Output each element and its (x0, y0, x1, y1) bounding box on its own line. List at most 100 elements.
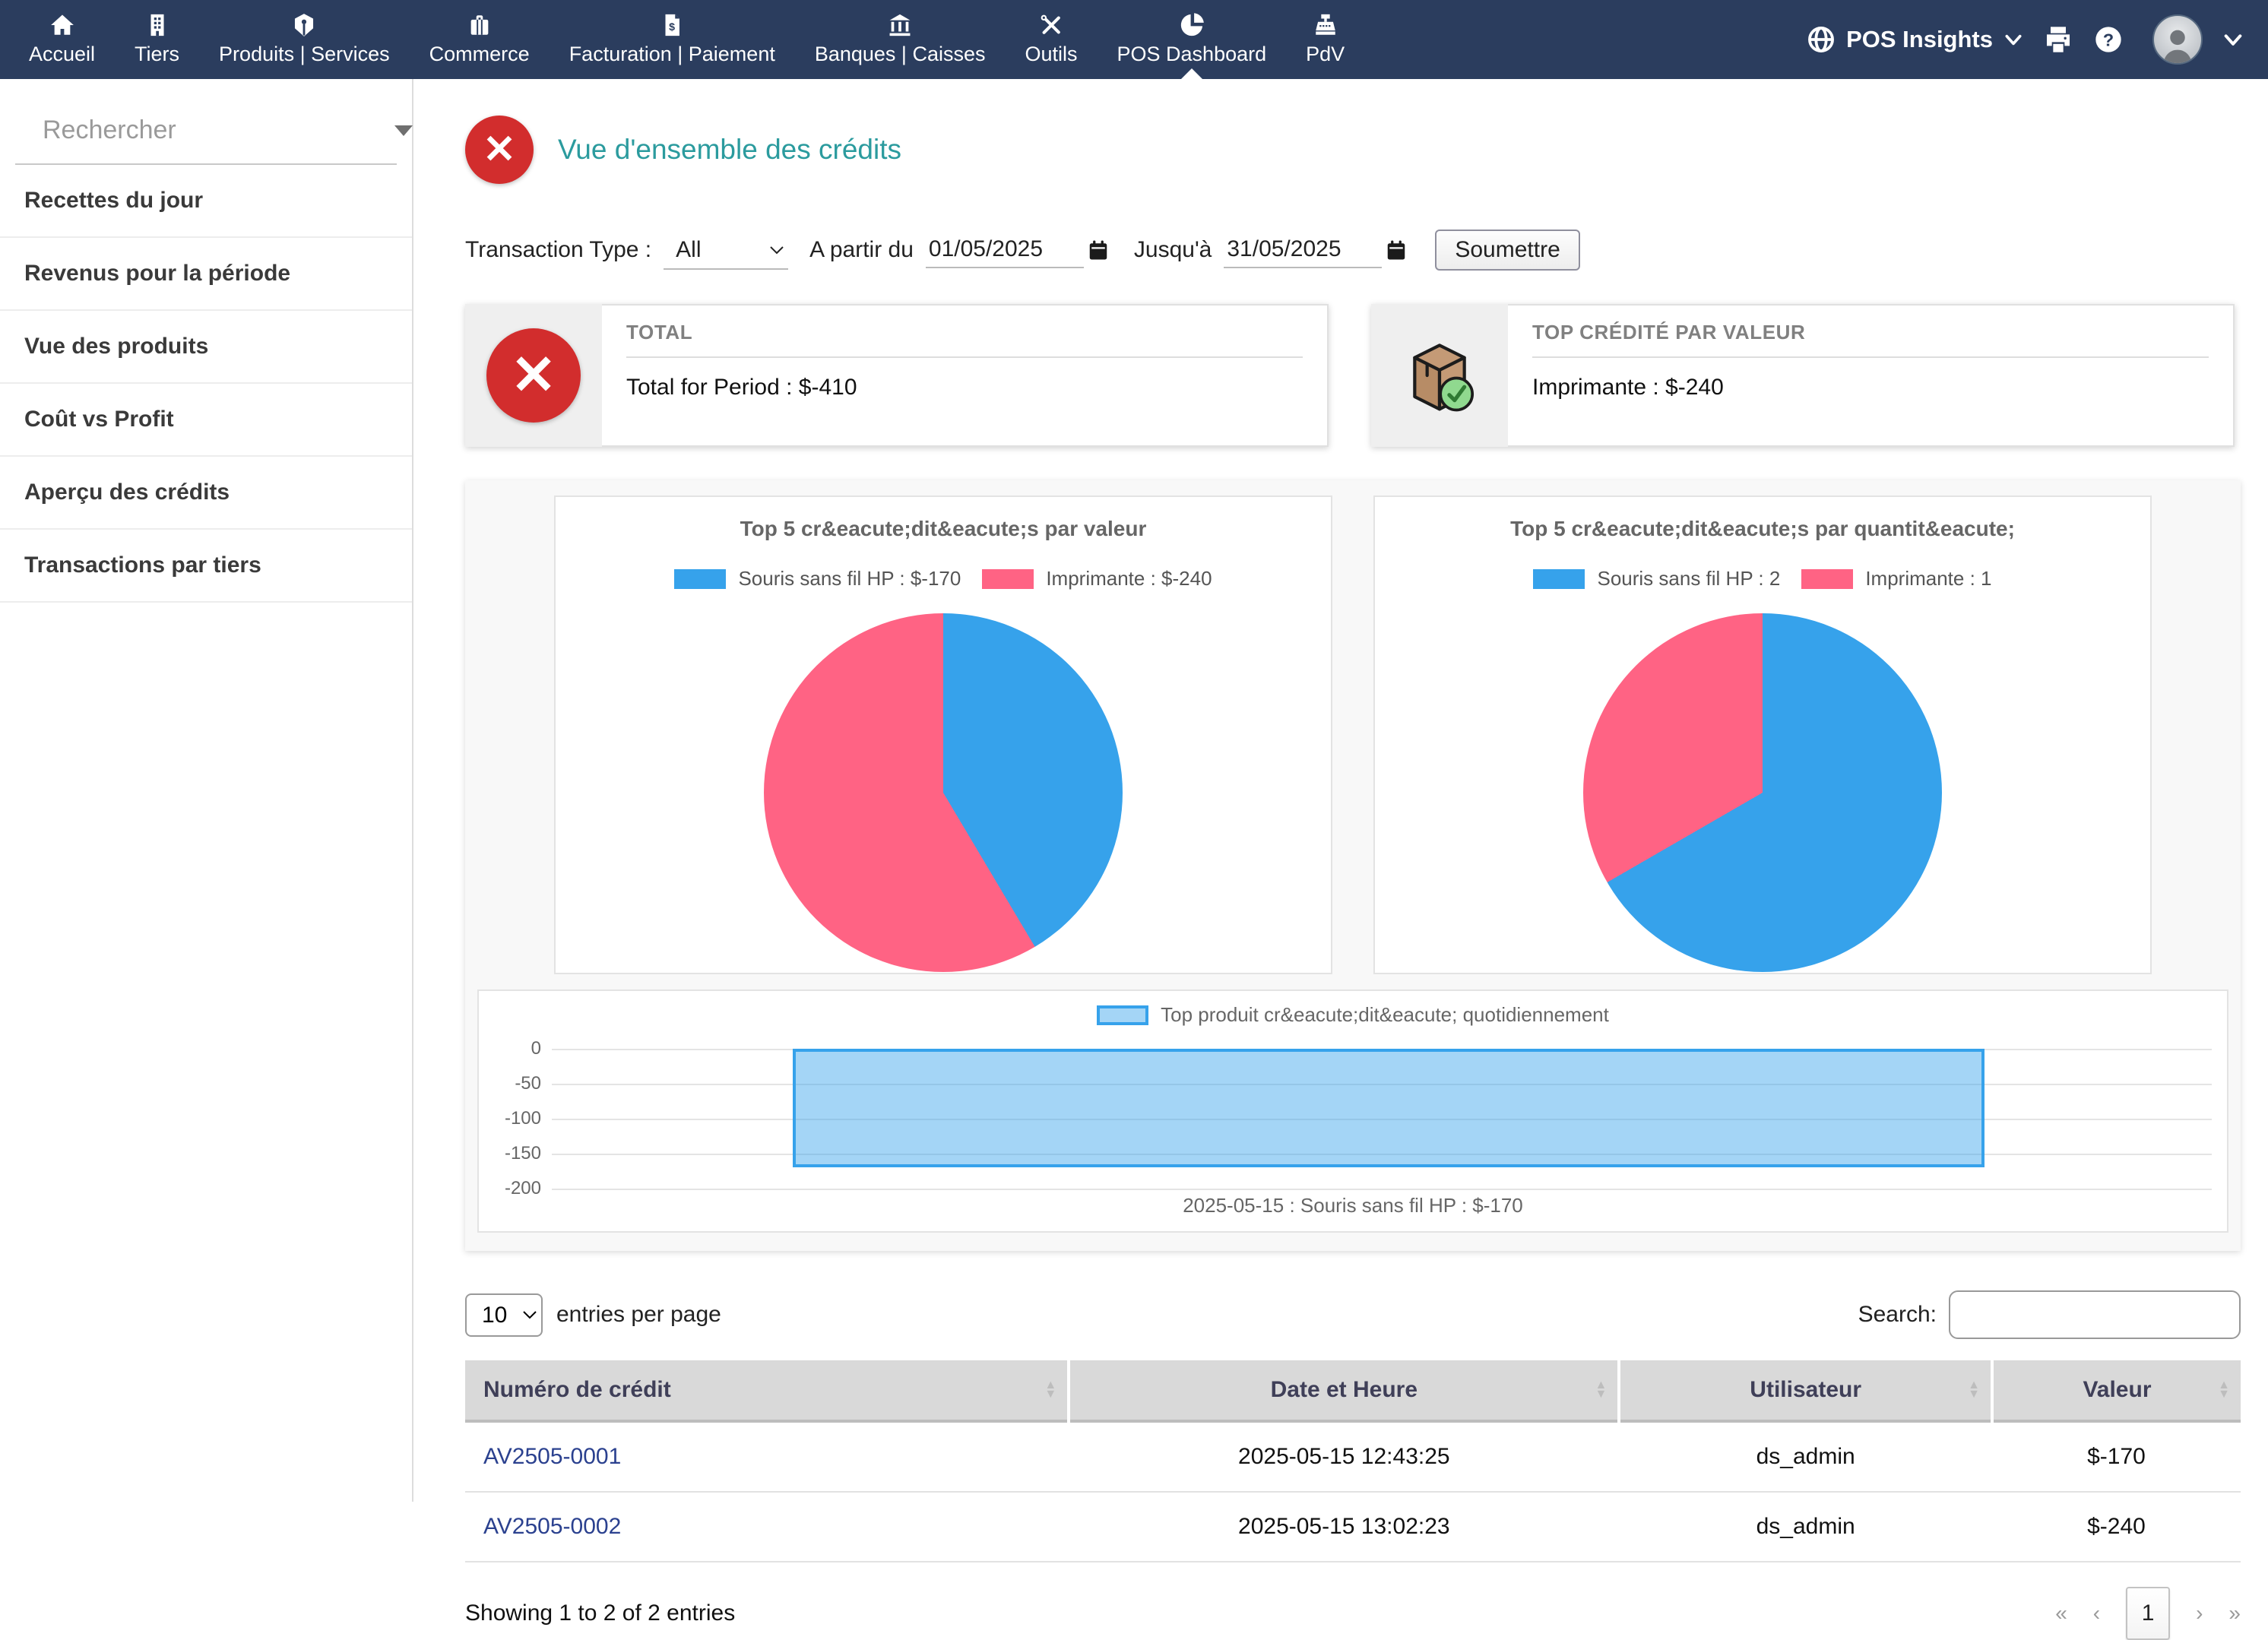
total-card-value: Total for Period : $-410 (626, 375, 1303, 401)
nav-label: Outils (1025, 43, 1077, 66)
nav-item-banques-caisses[interactable]: Banques | Caisses (795, 0, 1006, 79)
user-menu-chevron-icon[interactable] (2222, 29, 2244, 50)
column-header-credit-number[interactable]: Numéro de crédit▲▼ (465, 1360, 1069, 1421)
sidebar-item-vue-des-produits[interactable]: Vue des produits (0, 311, 412, 384)
cell-datetime: 2025-05-15 12:43:25 (1069, 1421, 1619, 1492)
charts-panel: Top 5 cr&eacute;dit&eacute;s par valeur … (465, 480, 2241, 1251)
invoice-icon: $ (659, 12, 685, 38)
table-row: AV2505-0001 2025-05-15 12:43:25 ds_admin… (465, 1421, 2241, 1492)
bar-rect[interactable] (793, 1049, 1984, 1167)
nav-item-pdv[interactable]: PdV (1286, 0, 1364, 79)
sort-icon[interactable]: ▲▼ (1044, 1381, 1056, 1399)
sidebar-item-cout-vs-profit[interactable]: Coût vs Profit (0, 384, 412, 457)
table-search-input[interactable] (1949, 1290, 2241, 1339)
transaction-type-select[interactable]: All (664, 231, 788, 270)
daily-credit-bar-chart-card: Top produit cr&eacute;dit&eacute; quotid… (477, 989, 2228, 1233)
date-to-calendar-icon[interactable] (1385, 239, 1408, 261)
package-check-icon (1397, 333, 1482, 418)
submit-button[interactable]: Soumettre (1435, 230, 1579, 271)
pagination-first-button[interactable]: « (2055, 1601, 2067, 1626)
legend-item[interactable]: Imprimante : 1 (1801, 567, 1991, 590)
legend-swatch-blue (1533, 569, 1585, 589)
date-from-input[interactable] (926, 232, 1084, 268)
nav-label: Accueil (29, 43, 95, 66)
column-header-valeur[interactable]: Valeur▲▼ (1992, 1360, 2241, 1421)
date-from-calendar-icon[interactable] (1087, 239, 1110, 261)
app-switcher-label: POS Insights (1846, 26, 1993, 53)
pie-chart-by-value[interactable] (764, 613, 1123, 972)
credits-overview-icon: ✕ (465, 116, 534, 184)
credit-link[interactable]: AV2505-0002 (483, 1514, 621, 1539)
search-dropdown-caret-icon[interactable] (394, 125, 413, 136)
printer-icon (2043, 24, 2073, 55)
cell-value: $-240 (1992, 1492, 2241, 1562)
nav-label: Produits | Services (219, 43, 390, 66)
nav-label: Banques | Caisses (815, 43, 986, 66)
globe-icon (1807, 25, 1836, 54)
print-button[interactable] (2043, 24, 2073, 55)
bar-x-axis-label: 2025-05-15 : Souris sans fil HP : $-170 (479, 1194, 2227, 1217)
sort-icon[interactable]: ▲▼ (2218, 1381, 2230, 1399)
nav-item-outils[interactable]: Outils (1005, 0, 1097, 79)
legend-item[interactable]: Souris sans fil HP : $-170 (674, 567, 961, 590)
date-to-input[interactable] (1224, 232, 1382, 268)
date-from-label: A partir du (809, 237, 914, 263)
pie-chart-by-quantity-card: Top 5 cr&eacute;dit&eacute;s par quantit… (1373, 495, 2152, 974)
tools-icon (1038, 12, 1064, 38)
svg-text:$: $ (669, 21, 675, 33)
help-button[interactable]: ? (2093, 24, 2124, 55)
legend-item[interactable]: Souris sans fil HP : 2 (1533, 567, 1780, 590)
sidebar-item-recettes-du-jour[interactable]: Recettes du jour (0, 165, 412, 238)
cell-user: ds_admin (1619, 1492, 1992, 1562)
pagination-next-button[interactable]: › (2196, 1601, 2203, 1626)
pagination-prev-button[interactable]: ‹ (2093, 1601, 2100, 1626)
column-header-date-heure[interactable]: Date et Heure▲▼ (1069, 1360, 1619, 1421)
app-switcher[interactable]: POS Insights (1807, 25, 2023, 54)
top-credited-card: TOP CRÉDITÉ PAR VALEUR Imprimante : $-24… (1371, 304, 2235, 447)
nav-label: PdV (1306, 43, 1345, 66)
credit-link[interactable]: AV2505-0001 (483, 1444, 621, 1469)
cell-datetime: 2025-05-15 13:02:23 (1069, 1492, 1619, 1562)
filter-bar: Transaction Type : All A partir du Jusqu… (465, 230, 2241, 271)
active-menu-indicator (1181, 68, 1202, 79)
pagination-page-1-button[interactable]: 1 (2126, 1587, 2170, 1640)
sidebar-search (15, 106, 397, 165)
building-icon (144, 12, 170, 38)
cash-register-icon (1313, 12, 1338, 38)
nav-label: POS Dashboard (1117, 43, 1267, 66)
user-silhouette-icon (2158, 24, 2197, 63)
column-header-utilisateur[interactable]: Utilisateur▲▼ (1619, 1360, 1992, 1421)
nav-item-facturation-paiement[interactable]: $ Facturation | Paiement (550, 0, 795, 79)
chevron-down-icon (2004, 30, 2023, 49)
nav-item-tiers[interactable]: Tiers (115, 0, 199, 79)
total-card-icon: ✕ (486, 328, 581, 423)
legend-item[interactable]: Imprimante : $-240 (982, 567, 1212, 590)
sort-icon[interactable]: ▲▼ (1595, 1381, 1608, 1399)
pie-quantity-title: Top 5 cr&eacute;dit&eacute;s par quantit… (1510, 517, 2015, 541)
home-icon (49, 12, 75, 38)
sort-icon[interactable]: ▲▼ (1968, 1381, 1980, 1399)
search-input[interactable] (43, 116, 379, 145)
table-row: AV2505-0002 2025-05-15 13:02:23 ds_admin… (465, 1492, 2241, 1562)
top-navbar: Accueil Tiers Produits | Services Commer… (0, 0, 2268, 79)
pie-chart-by-quantity[interactable] (1583, 613, 1942, 972)
bar-legend-swatch (1097, 1005, 1148, 1025)
top-credited-card-value: Imprimante : $-240 (1532, 375, 2209, 401)
nav-item-commerce[interactable]: Commerce (410, 0, 550, 79)
pie-value-title: Top 5 cr&eacute;dit&eacute;s par valeur (740, 517, 1147, 541)
nav-label: Tiers (135, 43, 179, 66)
sidebar-item-revenus-periode[interactable]: Revenus pour la période (0, 238, 412, 311)
sidebar-item-transactions-par-tiers[interactable]: Transactions par tiers (0, 530, 412, 603)
bar-legend-item[interactable]: Top produit cr&eacute;dit&eacute; quotid… (1097, 1003, 1609, 1027)
nav-item-produits-services[interactable]: Produits | Services (199, 0, 410, 79)
entries-per-page-select[interactable]: 10 (465, 1293, 543, 1337)
sidebar-menu: Recettes du jour Revenus pour la période… (0, 165, 412, 603)
nav-item-accueil[interactable]: Accueil (9, 0, 115, 79)
help-icon: ? (2093, 24, 2124, 55)
nav-item-pos-dashboard[interactable]: POS Dashboard (1098, 0, 1287, 79)
user-avatar[interactable] (2152, 14, 2203, 65)
sidebar-item-apercu-des-credits[interactable]: Aperçu des crédits (0, 457, 412, 530)
svg-text:?: ? (2103, 30, 2114, 49)
pagination-last-button[interactable]: » (2228, 1601, 2241, 1626)
date-to-label: Jusqu'à (1134, 237, 1212, 263)
